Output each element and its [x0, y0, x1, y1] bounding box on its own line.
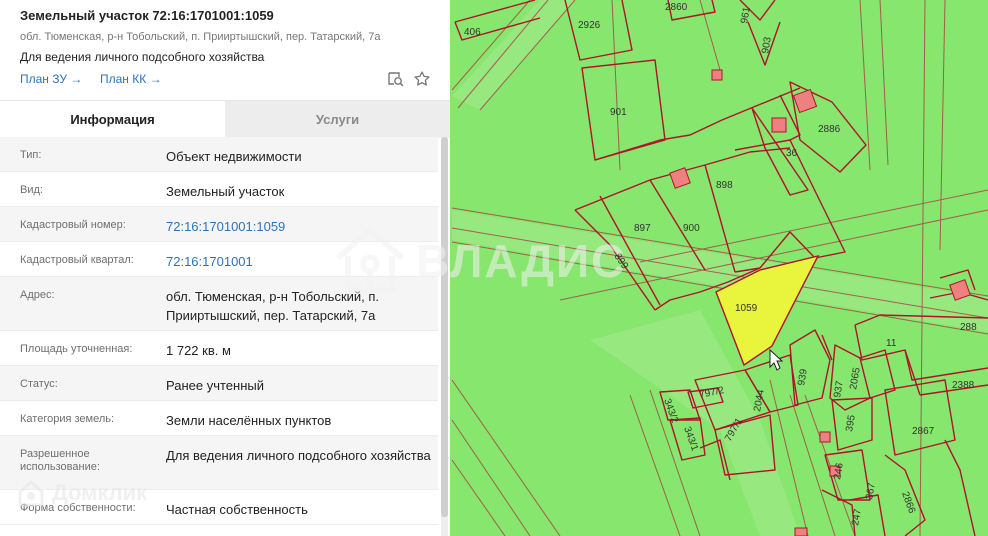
label-901: 901 — [610, 107, 627, 118]
status-label: Статус: — [20, 378, 58, 390]
star-icon[interactable] — [413, 70, 431, 88]
cad-quarter-label: Кадастровый квартал: — [20, 254, 134, 266]
cad-number-label: Кадастровый номер: — [20, 219, 126, 231]
label-11: 11 — [886, 338, 897, 349]
cad-quarter-link[interactable]: 72:16:1701001 — [166, 252, 431, 271]
row-type: Тип: Объект недвижимости — [0, 137, 438, 172]
address-label: Адрес: — [20, 289, 55, 301]
row-address: Адрес: обл. Тюменская, р-н Тобольский, п… — [0, 277, 438, 331]
ownership-label: Форма собственности: — [20, 502, 136, 514]
label-2867: 2867 — [912, 426, 935, 437]
ownership-value: Частная собственность — [166, 502, 308, 517]
label-2388: 2388 — [952, 380, 975, 391]
label-897: 897 — [634, 223, 651, 234]
permitted-use-value: Для ведения личного подсобного хозяйства — [166, 448, 431, 463]
permitted-use-label: Разрешенное использование: — [20, 448, 100, 473]
label-2860: 2860 — [665, 2, 688, 13]
label-900: 900 — [683, 223, 700, 234]
cadastral-map[interactable]: 2926 2860 961 406 903 901 2886 36 898 89… — [450, 0, 988, 536]
kind-label: Вид: — [20, 184, 43, 196]
address-value: обл. Тюменская, р-н Тобольский, п. Приир… — [166, 289, 380, 323]
search-map-icon[interactable] — [386, 70, 404, 88]
row-ownership: Форма собственности: Частная собственнос… — [0, 490, 438, 525]
tab-services[interactable]: Услуги — [225, 101, 450, 138]
plan-kk-link[interactable]: План КК → — [100, 72, 162, 86]
label-1059: 1059 — [735, 303, 758, 314]
tab-info[interactable]: Информация — [0, 101, 225, 138]
info-panel: Земельный участок 72:16:1701001:1059 обл… — [0, 0, 450, 536]
header-use: Для ведения личного подсобного хозяйства — [20, 50, 265, 64]
row-status: Статус: Ранее учтенный — [0, 366, 438, 401]
label-898: 898 — [716, 180, 733, 191]
row-kind: Вид: Земельный участок — [0, 172, 438, 207]
type-label: Тип: — [20, 149, 42, 161]
tabs: Информация Услуги — [0, 100, 450, 138]
area-label: Площадь уточненная: — [20, 343, 133, 355]
scrollbar-thumb[interactable] — [441, 137, 448, 517]
label-36: 36 — [786, 148, 798, 159]
map-canvas[interactable]: 2926 2860 961 406 903 901 2886 36 898 89… — [450, 0, 988, 536]
info-rows: Тип: Объект недвижимости Вид: Земельный … — [0, 137, 438, 525]
panel-scrollbar[interactable] — [441, 137, 448, 536]
cad-number-link[interactable]: 72:16:1701001:1059 — [166, 217, 431, 236]
label-406: 406 — [464, 27, 481, 38]
row-cad-quarter: Кадастровый квартал: 72:16:1701001 — [0, 242, 438, 277]
row-cad-number: Кадастровый номер: 72:16:1701001:1059 — [0, 207, 438, 242]
header-links: План ЗУ → План КК → — [20, 70, 436, 96]
status-value: Ранее учтенный — [166, 378, 264, 393]
row-permitted-use: Разрешенное использование: Для ведения л… — [0, 436, 438, 490]
panel-header: Земельный участок 72:16:1701001:1059 обл… — [0, 0, 450, 96]
row-area: Площадь уточненная: 1 722 кв. м — [0, 331, 438, 366]
plan-zu-link[interactable]: План ЗУ → — [20, 72, 82, 86]
kind-value: Земельный участок — [166, 184, 285, 199]
category-label: Категория земель: — [20, 413, 115, 425]
label-288: 288 — [960, 322, 977, 333]
area-value: 1 722 кв. м — [166, 343, 231, 358]
label-2926: 2926 — [578, 20, 601, 31]
category-value: Земли населённых пунктов — [166, 413, 332, 428]
label-2886: 2886 — [818, 124, 841, 135]
page-title: Земельный участок 72:16:1701001:1059 — [20, 8, 274, 23]
header-address: обл. Тюменская, р-н Тобольский, п. Приир… — [20, 31, 381, 43]
row-category: Категория земель: Земли населённых пункт… — [0, 401, 438, 436]
type-value: Объект недвижимости — [166, 149, 302, 164]
